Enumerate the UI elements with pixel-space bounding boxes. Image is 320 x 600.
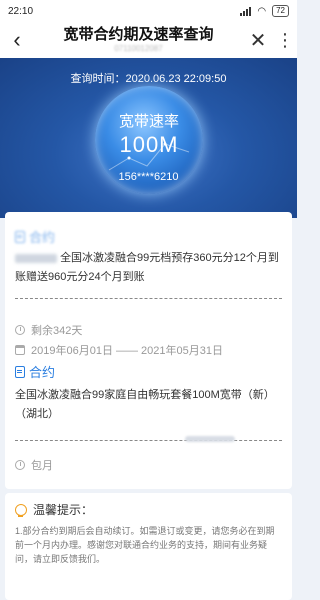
contract1-title: 合约	[29, 230, 56, 245]
status-time: 22:10	[8, 5, 34, 17]
query-time: 查询时间：2020.06.23 22:09:50	[70, 73, 227, 85]
contract-icon	[15, 230, 25, 243]
signal-icon	[240, 6, 252, 16]
divider	[15, 298, 282, 299]
more-options-icon[interactable]: ⋮	[273, 30, 297, 51]
battery-icon: 72	[272, 5, 289, 17]
tips-header: 温馨提示：	[15, 501, 282, 518]
contract-icon	[15, 365, 25, 378]
lightbulb-icon	[15, 503, 27, 517]
tips-section: 温馨提示： 1.部分合约到期后会自动续订。如需退订或变更，请您务必在到期前一个月…	[5, 493, 292, 600]
speed-banner: 查询时间：2020.06.23 22:09:50 宽带速率 100M 156**…	[0, 58, 297, 218]
title-block: 宽带合约期及速率查询 07110012087	[34, 26, 243, 54]
back-icon[interactable]: ‹	[0, 22, 34, 58]
status-bar: 22:10 ◠ 72	[0, 0, 297, 22]
account-number: 07110012087	[114, 44, 163, 53]
page-title: 宽带合约期及速率查询	[63, 26, 214, 43]
contract2-header: 合约	[15, 362, 55, 381]
title-bar: ‹ 宽带合约期及速率查询 07110012087 ✕ ⋮	[0, 22, 297, 58]
remaining-days: 剩余342天	[31, 325, 83, 337]
tips-text: 1.部分合约到期后会自动续订。如需退订或变更，请您务必在到期前一个月内办理。感谢…	[15, 526, 275, 564]
redacted-name	[15, 253, 57, 263]
divider	[15, 440, 282, 441]
date-range-row: 2019年06月01日 —— 2021年05月31日	[15, 342, 223, 358]
contract1-description-row: 全国冰激凌融合99元档预存360元分12个月到账赠送960元分24个月到账	[15, 249, 282, 287]
status-icons: ◠ 72	[240, 5, 289, 17]
close-icon[interactable]: ✕	[243, 28, 273, 53]
billing-type: 包月	[31, 460, 53, 472]
contract1-header: 合约	[15, 227, 55, 246]
wifi-icon: ◠	[257, 5, 267, 17]
contract-card: 合约 全国冰激凌融合99元档预存360元分12个月到账赠送960元分24个月到账…	[5, 212, 292, 489]
billing-row: 包月	[15, 457, 53, 473]
calendar-icon	[15, 345, 25, 355]
remaining-row: 剩余342天	[15, 322, 82, 338]
clock-icon	[15, 460, 25, 470]
contract2-description: 全国冰激凌融合99家庭自由畅玩套餐100M宽带（新）（湖北）	[15, 389, 275, 420]
tips-title: 温馨提示：	[33, 503, 94, 517]
date-range: 2019年06月01日 —— 2021年05月31日	[31, 345, 223, 357]
clock-icon	[15, 325, 25, 335]
rate-label: 宽带速率	[118, 113, 179, 130]
redacted-text	[185, 436, 235, 442]
rate-value: 100M	[119, 132, 179, 157]
contract2-title: 合约	[29, 365, 56, 380]
phone-number: 156****6210	[118, 171, 179, 183]
